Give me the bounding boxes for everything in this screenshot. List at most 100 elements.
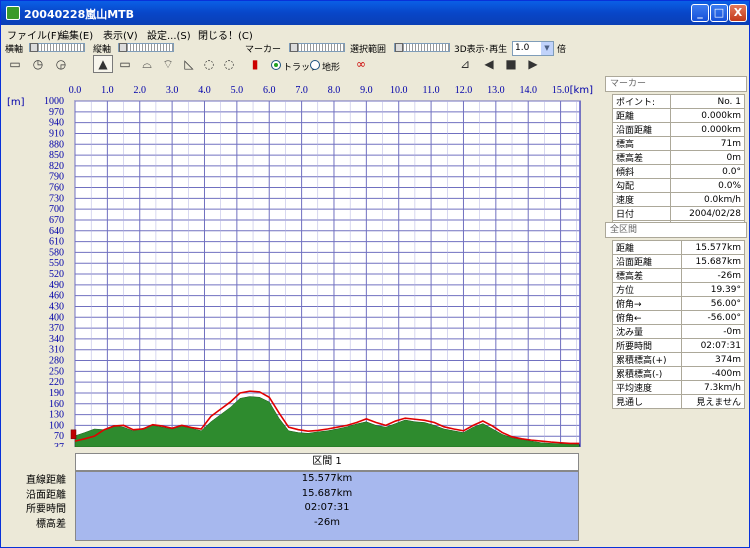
total-key: 累積標高(-) — [611, 366, 683, 381]
menu-settings[interactable]: 設定...(S) — [147, 27, 191, 42]
marker-pin-icon — [70, 429, 77, 440]
marker-row: 標高 71m — [612, 136, 746, 151]
play-icon[interactable]: ▶ — [523, 55, 543, 73]
y-tick-label: 850 — [49, 150, 64, 161]
y-tick-label: 160 — [49, 399, 64, 410]
y-tick-label: 340 — [49, 334, 64, 345]
marker-key: 日付 — [612, 206, 671, 221]
app-window: 20040228嵐山MTB _ □ X ファイル(F) 編集(E) 表示(V) … — [0, 0, 750, 548]
y-tick-label: 400 — [49, 312, 64, 323]
total-value: 02:07:31 — [681, 338, 745, 353]
mountain-icon[interactable]: ▲ — [93, 55, 113, 73]
total-key: 俯角→ — [611, 296, 683, 311]
menu-file[interactable]: ファイル(F) — [7, 27, 61, 42]
total-key: 距離 — [611, 240, 683, 255]
marker-key: 沿面距離 — [612, 122, 671, 137]
marker-slider[interactable] — [289, 43, 345, 52]
y-tick-label: 190 — [49, 388, 64, 399]
flat-ruler-icon[interactable]: ▭ — [115, 55, 135, 73]
x-tick-label: 6.0 — [263, 85, 276, 96]
x-tick-label: 4.0 — [198, 85, 211, 96]
section-label-straight-distance: 直線距離 — [26, 475, 66, 486]
y-tick-label: 490 — [49, 280, 64, 291]
clock-icon[interactable]: ◷ — [28, 55, 48, 73]
title-bar[interactable]: 20040228嵐山MTB _ □ X — [1, 1, 749, 25]
curve-icon[interactable]: ⌓ — [137, 55, 157, 73]
y-unit-label: [m] — [7, 97, 25, 108]
total-key: 所要時間 — [611, 338, 683, 353]
timer-alt-icon[interactable]: ◌ — [219, 55, 239, 73]
total-key: 沿面距離 — [611, 254, 683, 269]
slope-curve-icon[interactable]: ⌔ — [158, 55, 178, 73]
section-value-surface-distance: 15.687km — [301, 487, 353, 499]
y-tick-label: 610 — [49, 237, 64, 248]
view3d-label: 3D表示･再生 — [454, 45, 508, 55]
selection-slider[interactable] — [394, 43, 450, 52]
marker-row: 距離 0.000km — [612, 108, 746, 123]
total-key: 俯角← — [611, 310, 683, 325]
y-tick-label: 640 — [49, 226, 64, 237]
x-tick-label: 9.0 — [360, 85, 373, 96]
total-value: 56.00° — [681, 296, 745, 311]
marker-value: 0m — [669, 150, 746, 165]
marker-value: 71m — [669, 136, 746, 151]
horizontal-zoom-slider[interactable] — [29, 43, 85, 52]
close-button[interactable]: X — [729, 4, 747, 22]
elevation-chart[interactable]: 1000970940910880850820790760730700670640… — [1, 81, 601, 447]
maximize-button[interactable]: □ — [710, 4, 728, 22]
timer-icon[interactable]: ◌ — [199, 55, 219, 73]
x-tick-label: 11.0 — [423, 85, 440, 96]
menu-close[interactable]: 閉じる！(C) — [198, 27, 253, 42]
menu-edit[interactable]: 編集(E) — [59, 27, 93, 42]
y-tick-label: 760 — [49, 183, 64, 194]
playback-speed-value: 1.0 — [515, 43, 530, 53]
x-tick-label: 10.0 — [390, 85, 408, 96]
rewind-icon[interactable]: ◀ — [479, 55, 499, 73]
section-value-elevation-diff: -26m — [313, 516, 341, 528]
selection-range-icon[interactable]: ∞ — [351, 55, 371, 73]
y-tick-label: 220 — [49, 377, 64, 388]
total-row: 標高差 -26m — [611, 268, 745, 283]
terrain-radio[interactable] — [310, 60, 320, 70]
marker-value: 0.0% — [669, 178, 746, 193]
view-3d-icon[interactable]: ⊿ — [455, 55, 475, 73]
selection-label: 選択範囲 — [350, 45, 387, 55]
minimize-button[interactable]: _ — [691, 4, 709, 22]
total-value: -400m — [681, 366, 745, 381]
section-value-duration: 02:07:31 — [304, 502, 350, 513]
section-label-duration: 所要時間 — [26, 504, 66, 515]
y-tick-label: 460 — [49, 291, 64, 302]
marker-row: ポイント: No. 1 — [612, 94, 746, 109]
vertical-zoom-slider[interactable] — [118, 43, 174, 52]
section-label-elevation-diff: 標高差 — [36, 518, 66, 530]
total-row: 俯角← -56.00° — [611, 310, 745, 325]
playback-speed-select[interactable]: 1.0 ▼ — [512, 41, 554, 56]
x-tick-label: 2.0 — [133, 85, 146, 96]
x-tick-label: 8.0 — [328, 85, 341, 96]
chevron-down-icon[interactable]: ▼ — [541, 42, 553, 55]
track-radio[interactable] — [271, 60, 281, 70]
marker-key: 標高 — [612, 136, 671, 151]
y-tick-label: 580 — [49, 247, 64, 258]
ruler-icon[interactable]: ▭ — [5, 55, 25, 73]
menu-view[interactable]: 表示(V) — [103, 27, 138, 42]
marker-key: 速度 — [612, 192, 671, 207]
marker-value: 0.000km — [669, 108, 746, 123]
total-row: 距離 15.577km — [611, 240, 745, 255]
slope-icon[interactable]: ◺ — [179, 55, 199, 73]
marker-pin-icon[interactable]: ▮ — [245, 55, 265, 73]
clock-123-icon[interactable]: ◶ — [51, 55, 71, 73]
y-tick-label: 250 — [49, 366, 64, 377]
section-header[interactable]: 区間 1 — [75, 453, 579, 471]
y-tick-label: 700 — [49, 204, 64, 215]
total-table: 距離 15.577km 沿面距離 15.687km 標高差 -26m 方位 19.39° 俯角→… — [611, 240, 745, 409]
marker-key: ポイント: — [612, 94, 671, 109]
marker-value: No. 1 — [669, 94, 746, 109]
total-value: -56.00° — [681, 310, 745, 325]
marker-row: 標高差 0m — [612, 150, 746, 165]
info-panel: マーカー ポイント: No. 1 距離 0.000km 沿面距離 0.000km 標高 71m… — [605, 76, 747, 541]
stop-icon[interactable]: ■ — [501, 55, 521, 73]
y-tick-label: 37 — [54, 442, 64, 447]
section-labels: 直線距離 沿面距離 所要時間 標高差 — [1, 471, 69, 530]
total-key: 沈み量 — [611, 324, 683, 339]
